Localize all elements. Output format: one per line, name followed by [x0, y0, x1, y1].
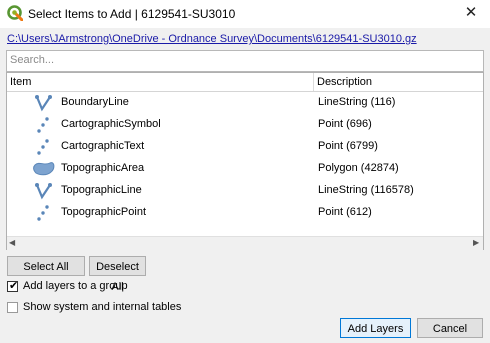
table-row[interactable]: TopographicLine LineString (116578)	[7, 180, 483, 202]
qgis-logo-icon	[7, 5, 23, 21]
row-description: Point (6799)	[318, 140, 378, 152]
add-layers-button[interactable]: Add Layers	[340, 318, 411, 338]
table-row[interactable]: BoundaryLine LineString (116)	[7, 92, 483, 114]
deselect-all-button[interactable]: Deselect All	[89, 256, 146, 293]
row-name: CartographicSymbol	[61, 118, 161, 130]
table-row[interactable]: TopographicPoint Point (612)	[7, 202, 483, 224]
window-title: Select Items to Add | 6129541-SU3010	[28, 7, 236, 21]
search-box[interactable]	[6, 50, 484, 72]
line-geometry-icon	[35, 95, 52, 112]
horizontal-scrollbar[interactable]: ◀ ▶	[7, 236, 483, 250]
row-name: TopographicArea	[61, 162, 145, 174]
select-all-button[interactable]: Select All	[7, 256, 85, 276]
row-description: Point (696)	[318, 118, 372, 130]
row-description: LineString (116)	[318, 96, 396, 108]
point-geometry-icon	[37, 139, 49, 155]
items-table: Item Description BoundaryLine LineString…	[6, 72, 484, 250]
column-divider[interactable]	[313, 73, 314, 91]
table-row[interactable]: CartographicSymbol Point (696)	[7, 114, 483, 136]
point-geometry-icon	[37, 205, 49, 221]
line-geometry-icon	[35, 183, 52, 200]
row-name: CartographicText	[61, 140, 145, 152]
show-system-tables-checkbox[interactable]	[7, 302, 18, 313]
add-to-group-checkbox[interactable]: ✔	[7, 280, 19, 292]
table-header: Item Description	[7, 73, 483, 92]
row-description: LineString (116578)	[318, 184, 414, 196]
column-header-item[interactable]: Item	[10, 76, 31, 88]
checkmark-icon: ✔	[9, 280, 19, 292]
show-system-tables-label: Show system and internal tables	[23, 301, 182, 313]
source-path-link[interactable]: C:\Users\JArmstrong\OneDrive - Ordnance …	[7, 33, 417, 45]
close-icon: ✕	[464, 4, 478, 21]
point-geometry-icon	[37, 117, 49, 133]
cancel-button[interactable]: Cancel	[417, 318, 483, 338]
scroll-left-icon[interactable]: ◀	[9, 238, 15, 247]
row-name: TopographicLine	[61, 184, 142, 196]
add-to-group-label: Add layers to a group	[23, 280, 128, 292]
column-header-description[interactable]: Description	[317, 76, 372, 88]
row-name: BoundaryLine	[61, 96, 129, 108]
table-row[interactable]: TopographicArea Polygon (42874)	[7, 158, 483, 180]
title-bar: Select Items to Add | 6129541-SU3010 ✕	[0, 0, 490, 28]
polygon-geometry-icon	[33, 162, 55, 176]
table-row[interactable]: CartographicText Point (6799)	[7, 136, 483, 158]
search-input[interactable]	[7, 51, 470, 69]
row-description: Polygon (42874)	[318, 162, 399, 174]
scroll-right-icon[interactable]: ▶	[473, 238, 479, 247]
close-button[interactable]: ✕	[458, 2, 484, 24]
row-description: Point (612)	[318, 206, 372, 218]
row-name: TopographicPoint	[61, 206, 147, 218]
